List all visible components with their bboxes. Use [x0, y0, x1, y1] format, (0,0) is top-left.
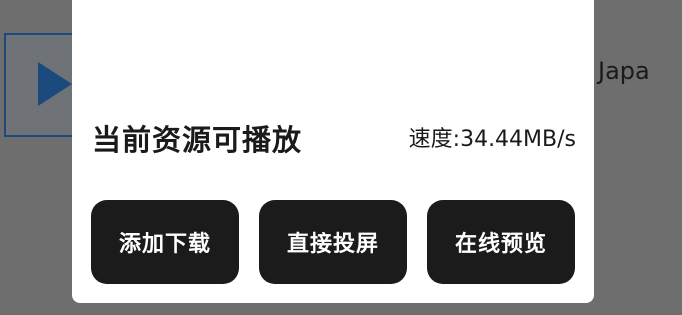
download-speed-text: 速度:34.44MB/s	[408, 127, 576, 152]
play-icon	[38, 62, 72, 106]
direct-cast-button[interactable]: 直接投屏	[259, 200, 407, 284]
add-download-button[interactable]: 添加下载	[91, 200, 239, 284]
playback-dialog: 当前资源可播放 速度:34.44MB/s 添加下载 直接投屏 在线预览	[72, 0, 594, 303]
resource-status-text: 当前资源可播放	[92, 123, 303, 157]
background-video-title: Japa	[598, 57, 650, 85]
online-preview-button[interactable]: 在线预览	[427, 200, 575, 284]
